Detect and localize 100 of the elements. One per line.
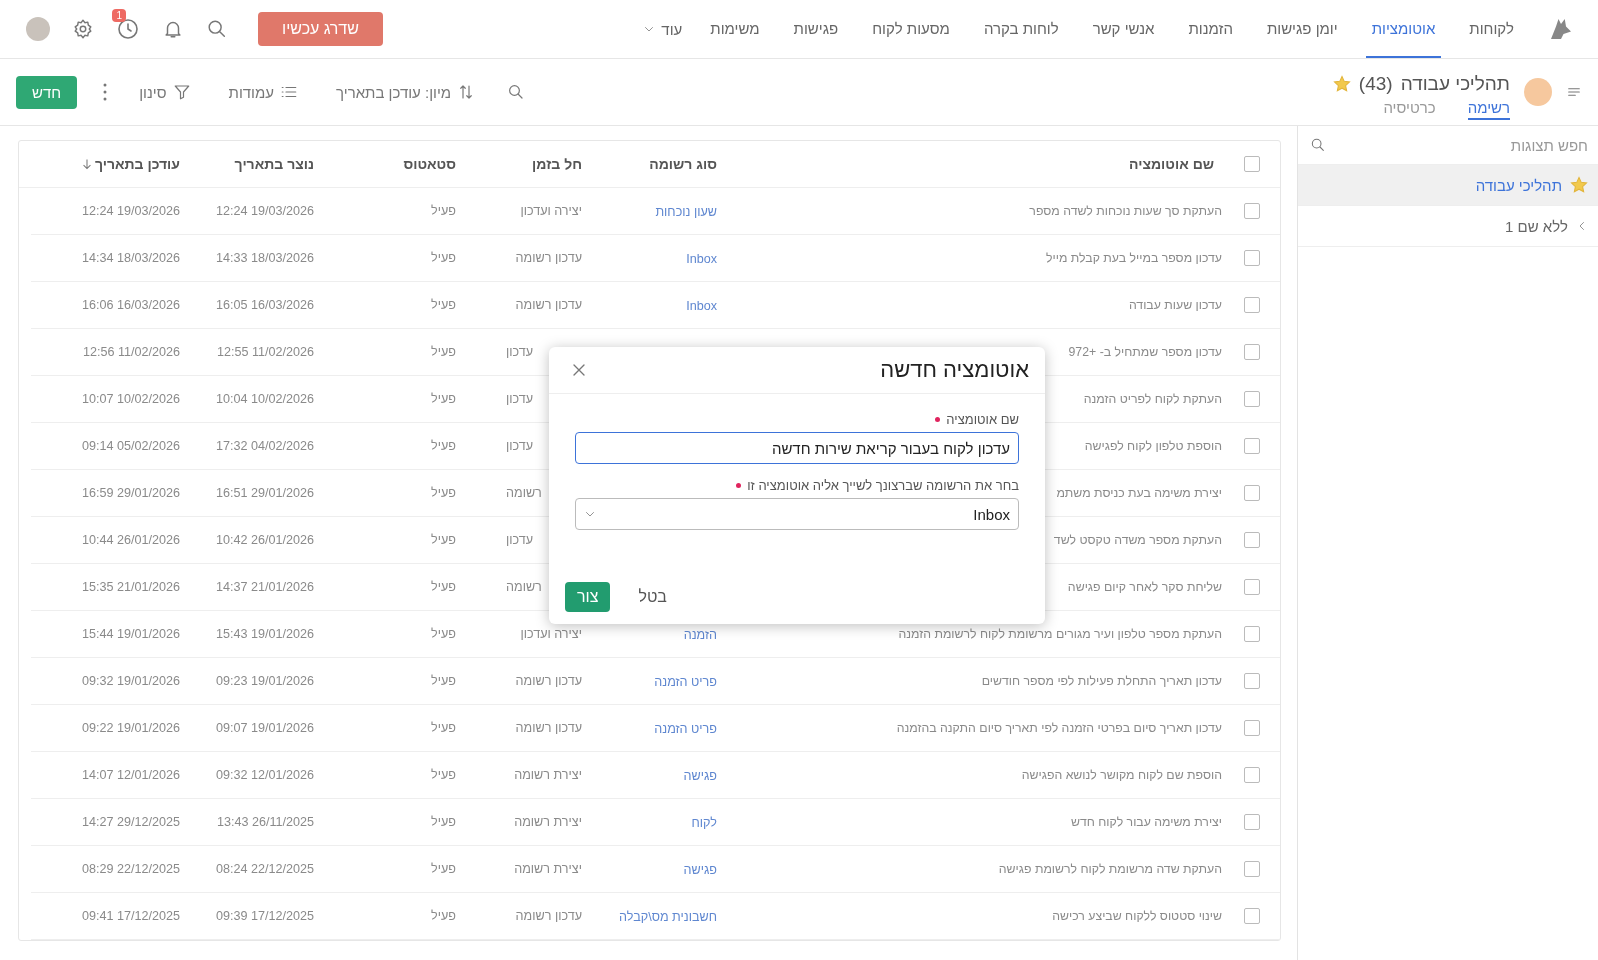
table-cell: 19/03/2026 12:24 [81, 204, 180, 218]
checkbox[interactable] [1244, 250, 1260, 266]
column-header[interactable]: עודכן בתאריך [19, 156, 190, 172]
new-button[interactable]: חדש [16, 75, 78, 109]
checkbox[interactable] [1244, 438, 1260, 454]
nav-tab[interactable]: יומן פגישות [1260, 0, 1344, 58]
table-cell: 19/01/2026 09:32 [81, 674, 180, 688]
table-cell: עדכון [506, 439, 534, 453]
dialog-title: אוטומציה חדשה [880, 357, 1029, 383]
table-cell: פעיל [431, 627, 456, 641]
table-cell: 12/01/2026 14:07 [81, 768, 180, 782]
create-button[interactable]: צור [565, 582, 611, 612]
table-cell: 18/03/2026 14:33 [215, 251, 314, 265]
table-cell: פעיל [431, 580, 456, 594]
nav-tab[interactable]: משימות [704, 0, 766, 58]
table-cell: 18/03/2026 14:34 [81, 251, 180, 265]
columns-button[interactable]: עמודות [222, 82, 305, 102]
user-avatar[interactable] [26, 17, 50, 41]
view-tab[interactable]: כרטיסיה [1383, 98, 1436, 120]
workspace-avatar [1524, 78, 1552, 106]
table-cell: 19/01/2026 09:23 [215, 674, 314, 688]
table-cell: 04/02/2026 17:32 [215, 439, 314, 453]
record-type-link[interactable]: Inbox [686, 252, 727, 266]
table-cell: יצירת משימה עבור לקוח חדש [1070, 815, 1222, 829]
record-type-link[interactable]: חשבונית מס\קבלה [619, 910, 727, 924]
checkbox[interactable] [1244, 861, 1260, 877]
table-cell: פעיל [431, 251, 456, 265]
nav-tab[interactable]: מסעות לקוח [866, 0, 956, 58]
column-header[interactable]: נוצר בתאריך [190, 156, 324, 172]
checkbox[interactable] [1244, 814, 1260, 830]
view-tab[interactable]: רשימה [1467, 98, 1510, 120]
record-type-link[interactable]: לקוח [691, 816, 727, 830]
record-type-link[interactable]: פגישה [683, 863, 727, 877]
star-icon[interactable] [1570, 176, 1588, 194]
search-field[interactable]: חפש תצוגות [1366, 135, 1590, 155]
table-cell: 05/02/2026 09:14 [81, 439, 180, 453]
sidebar-item[interactable]: ללא שם 1 [1298, 206, 1598, 247]
checkbox[interactable] [1244, 767, 1260, 783]
field-label: שם אוטומציה [946, 412, 1019, 427]
record-type-link[interactable]: פגישה [683, 769, 727, 783]
input-field[interactable]: עדכון לקוח בעבור קריאת שירות חדשה [575, 432, 1019, 464]
table-cell: 21/01/2026 15:35 [81, 580, 180, 594]
column-header[interactable]: חל בזמן [466, 156, 592, 172]
checkbox[interactable] [1244, 391, 1260, 407]
table-cell: שינוי סטטוס ללקוח שביצע רכישה [1052, 909, 1222, 923]
select-field[interactable]: Inbox [575, 498, 1019, 530]
table-cell: 26/11/2025 13:43 [216, 815, 314, 829]
checkbox[interactable] [1244, 626, 1260, 642]
record-type-link[interactable]: הזמנה [683, 628, 727, 642]
nav-tab[interactable]: אוטומציות [1365, 0, 1442, 58]
checkbox[interactable] [1244, 156, 1260, 172]
nav-tab[interactable]: אנשי קשר [1086, 0, 1161, 58]
nav-tab[interactable]: לוחות בקרה [977, 0, 1065, 58]
record-type-link[interactable]: פריט הזמנה [654, 722, 727, 736]
upgrade-button[interactable]: שדרג עכשיו [258, 12, 383, 46]
table-cell: יצירת רשומה [514, 815, 582, 829]
cancel-button[interactable]: בטל [626, 582, 679, 612]
table-cell: פעיל [431, 533, 456, 547]
table-cell: 19/01/2026 15:43 [215, 627, 314, 641]
nav-tab[interactable]: פגישות [787, 0, 845, 58]
table-cell: הוספת שם לקוח מקושר לנושא הפגישה [1021, 768, 1222, 782]
table-cell: 29/12/2025 14:27 [81, 815, 180, 829]
record-type-link[interactable]: שעון נוכחות [655, 205, 727, 219]
table-cell: 22/12/2025 08:29 [81, 862, 180, 876]
table-cell: יצירה ועדכון [520, 627, 582, 641]
checkbox[interactable] [1244, 908, 1260, 924]
checkbox[interactable] [1244, 297, 1260, 313]
field-label: בחר את הרשומה שברצונך לשייך אליה אוטומציה זו [747, 478, 1019, 493]
search-icon [206, 18, 228, 40]
nav-tab[interactable]: הזמנות [1182, 0, 1239, 58]
table-cell: 26/01/2026 10:44 [81, 533, 180, 547]
sidebar-item[interactable]: תהליכי עבודה [1298, 165, 1598, 206]
column-header[interactable]: סטאטוס [324, 156, 466, 172]
table-cell: פעיל [431, 768, 456, 782]
table-cell: רשומה [506, 580, 542, 594]
checkbox[interactable] [1244, 203, 1260, 219]
table-cell: 16/03/2026 16:06 [81, 298, 180, 312]
column-header[interactable]: שם אוטומציה [727, 156, 1224, 172]
checkbox[interactable] [1244, 673, 1260, 689]
table-cell: עדכון שעות עבודה [1128, 298, 1222, 312]
filter-button[interactable]: סינון [133, 82, 197, 102]
checkbox[interactable] [1244, 485, 1260, 501]
table-cell: 17/12/2025 09:41 [81, 909, 180, 923]
column-header[interactable]: סוג רשומה [592, 156, 727, 172]
checkbox[interactable] [1244, 532, 1260, 548]
star-icon[interactable] [1332, 74, 1351, 93]
table-cell: 16/03/2026 16:05 [215, 298, 314, 312]
checkbox[interactable] [1244, 344, 1260, 360]
nav-tab[interactable]: לקוחות [1463, 0, 1520, 58]
table-cell: עדכון [506, 392, 534, 406]
sort-button[interactable]: מיון: עודכן בתאריך [330, 82, 482, 102]
record-type-link[interactable]: Inbox [686, 299, 727, 313]
table-cell: 10/02/2026 10:07 [81, 392, 180, 406]
table-cell: 19/01/2026 09:07 [215, 721, 314, 735]
checkbox[interactable] [1244, 579, 1260, 595]
checkbox[interactable] [1244, 720, 1260, 736]
record-type-link[interactable]: פריט הזמנה [654, 675, 727, 689]
table-cell: העתקת סך שעות נוכחות לשדה מספר [1029, 204, 1222, 218]
kebab-menu-icon[interactable] [103, 83, 108, 101]
more-menu[interactable]: עוד [661, 20, 683, 38]
